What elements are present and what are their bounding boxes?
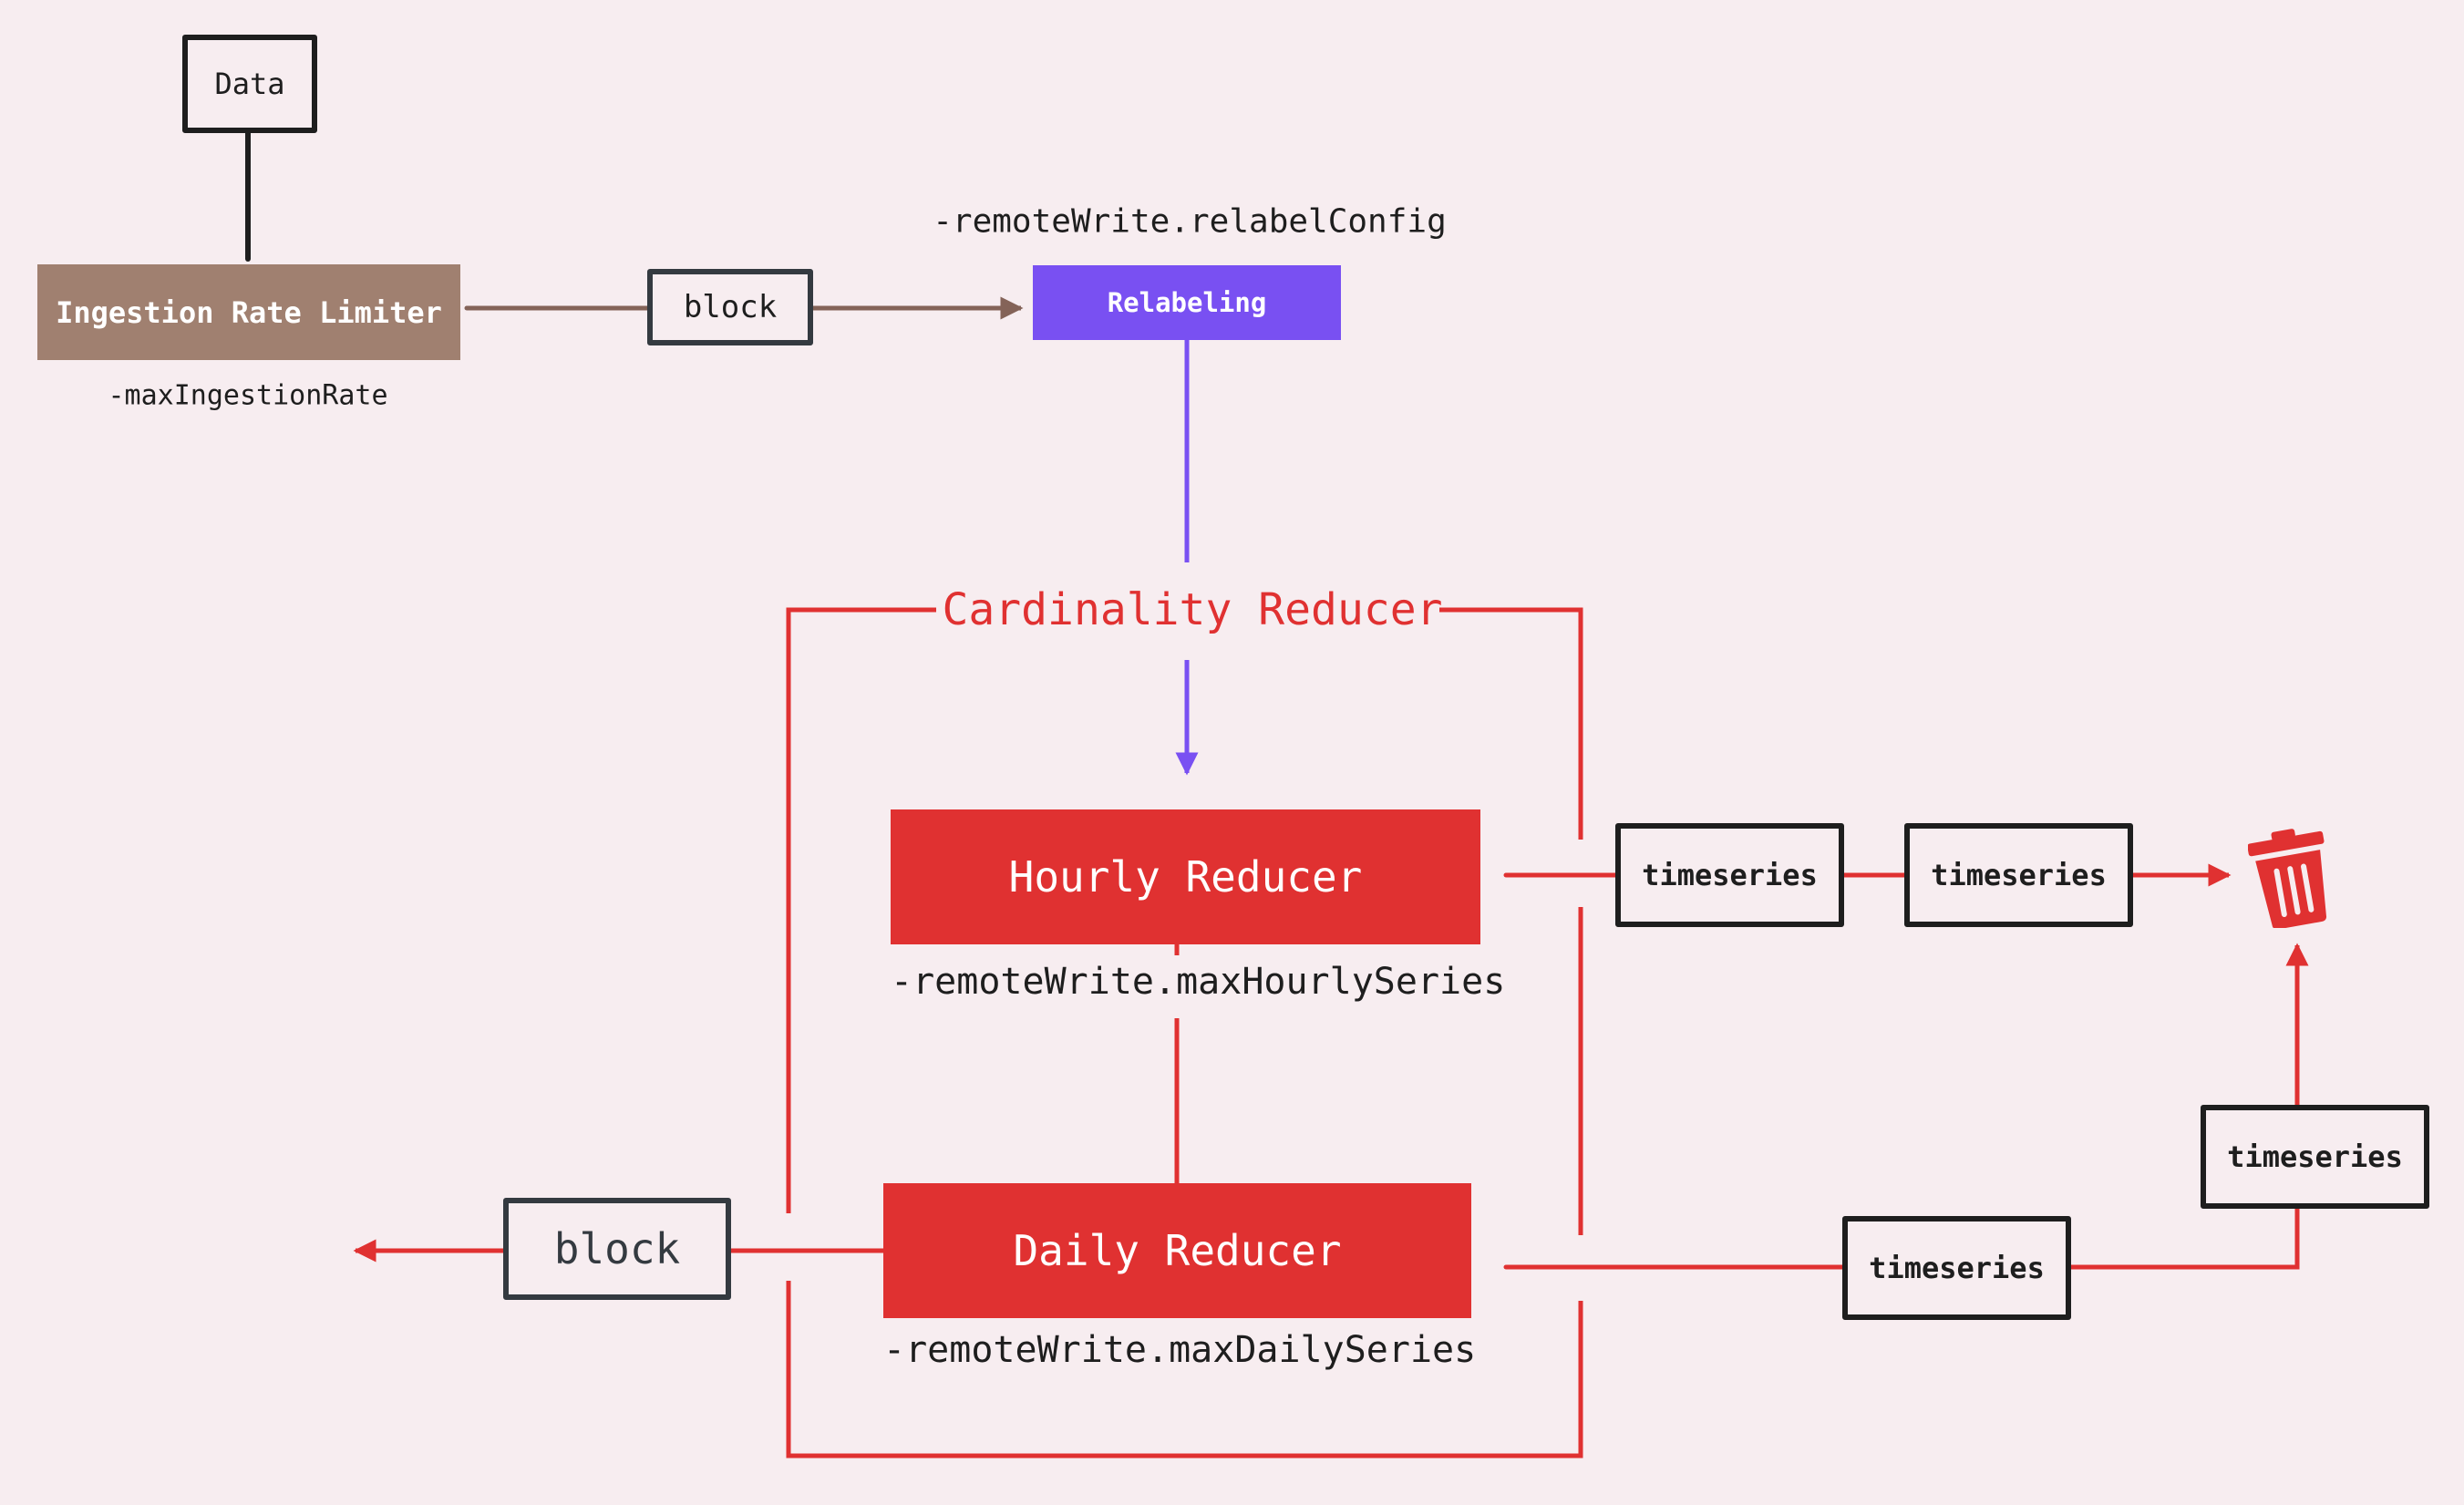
max-daily-series-flag: -remoteWrite.maxDailySeries	[883, 1329, 1477, 1371]
max-hourly-series-flag: -remoteWrite.maxHourlySeries	[891, 961, 1506, 1003]
timeseries-node-2[interactable]: timeseries	[1904, 823, 2133, 927]
data-node[interactable]: Data	[182, 35, 317, 133]
data-node-label: Data	[214, 67, 285, 101]
block-bottom-label: block	[553, 1224, 681, 1273]
max-ingestion-rate-flag: -maxIngestionRate	[108, 379, 388, 412]
block-top-label: block	[683, 289, 778, 325]
ingestion-rate-limiter-node[interactable]: Ingestion Rate Limiter	[37, 264, 460, 360]
daily-reducer-label: Daily Reducer	[1013, 1226, 1342, 1275]
relabel-config-flag: -remoteWrite.relabelConfig	[933, 202, 1447, 241]
trash-icon	[2248, 829, 2327, 928]
timeseries-label: timeseries	[2227, 1139, 2403, 1174]
edge-ts4-to-ts3	[2070, 1209, 2300, 1270]
timeseries-label: timeseries	[1869, 1251, 2045, 1285]
relabeling-node[interactable]: Relabeling	[1033, 265, 1341, 340]
hourly-reducer-node[interactable]: Hourly Reducer	[891, 809, 1480, 944]
block-node-bottom[interactable]: block	[503, 1198, 731, 1300]
block-node-top[interactable]: block	[647, 269, 813, 345]
cardinality-reducer-title: Cardinality Reducer	[942, 584, 1443, 635]
timeseries-node-4[interactable]: timeseries	[1842, 1216, 2071, 1320]
timeseries-node-3[interactable]: timeseries	[2201, 1105, 2429, 1209]
ingestion-rate-limiter-label: Ingestion Rate Limiter	[56, 294, 442, 330]
daily-reducer-node[interactable]: Daily Reducer	[883, 1183, 1471, 1318]
timeseries-label: timeseries	[1642, 858, 1818, 892]
relabeling-label: Relabeling	[1107, 287, 1267, 318]
timeseries-node-1[interactable]: timeseries	[1615, 823, 1844, 927]
hourly-reducer-label: Hourly Reducer	[1008, 852, 1363, 902]
timeseries-label: timeseries	[1931, 858, 2107, 892]
